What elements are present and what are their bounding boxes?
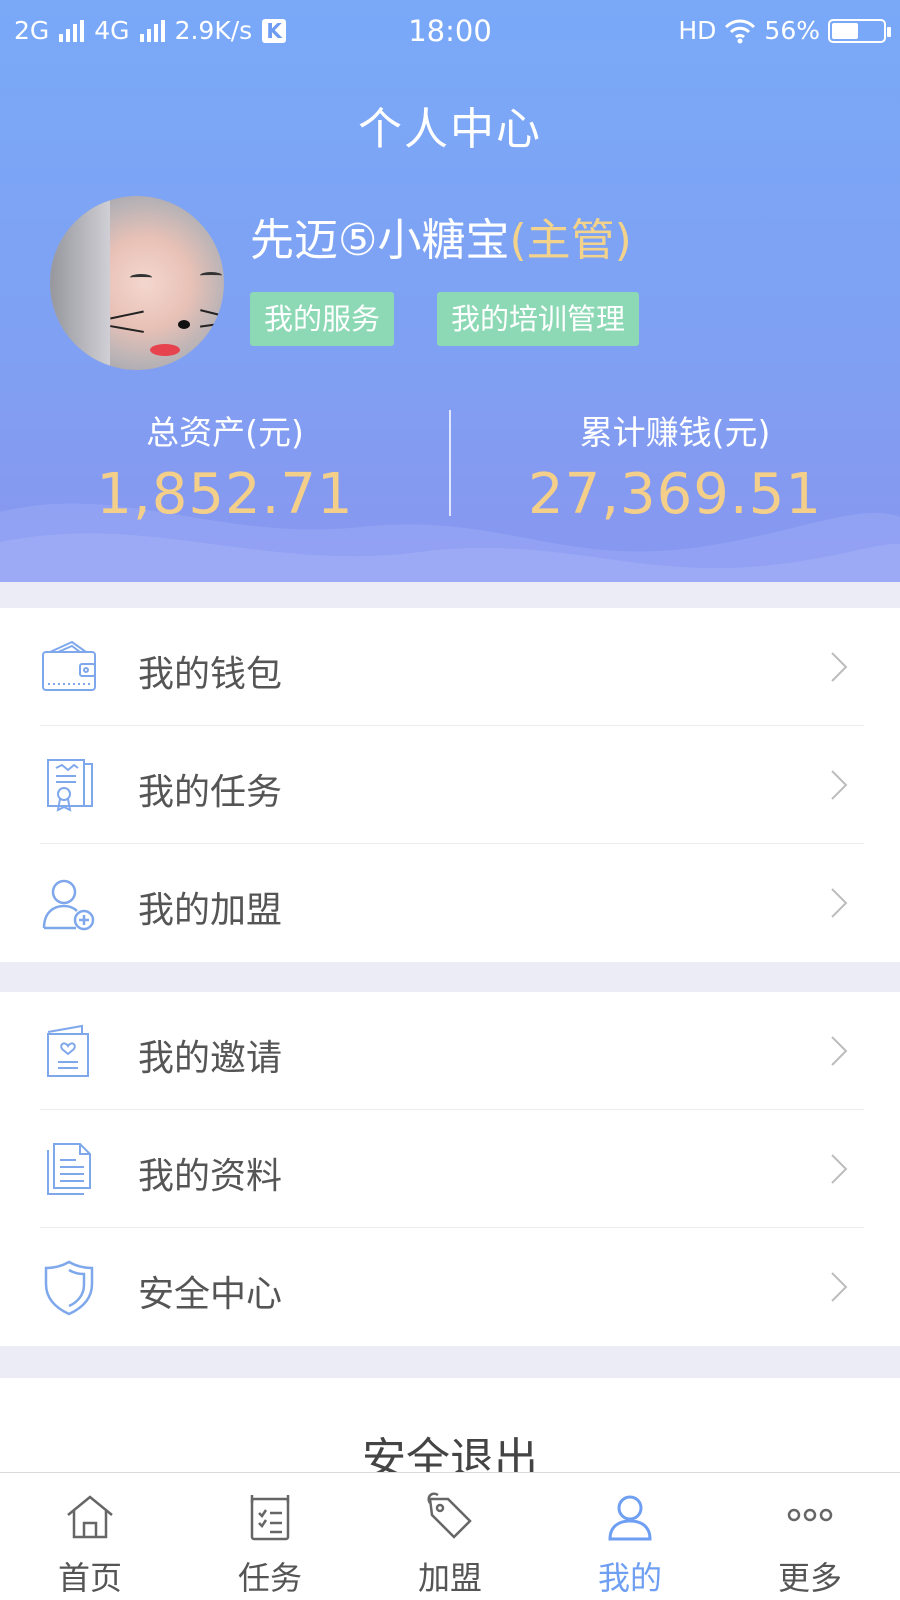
chevron-right-icon <box>831 888 848 918</box>
menu-item-label: 安全中心 <box>138 1274 283 1315</box>
menu-item-label: 我的钱包 <box>138 654 283 695</box>
menu-item-franchise[interactable]: 我的加盟 <box>0 844 900 962</box>
chevron-right-icon <box>831 1036 848 1066</box>
nav-label: 更多 <box>777 1559 842 1597</box>
home-icon <box>67 1495 113 1539</box>
total-assets-value[interactable]: 1,852.71 <box>0 462 450 527</box>
status-bar: 2G 4G 2.9K/s K 18:00 HD 56% <box>0 0 900 62</box>
chevron-right-icon <box>831 1272 848 1302</box>
document-icon <box>47 1143 91 1195</box>
menu-item-label: 我的任务 <box>138 772 283 813</box>
nav-label: 首页 <box>57 1559 122 1597</box>
avatar[interactable] <box>50 196 224 370</box>
menu-item-wallet[interactable]: 我的钱包 <box>0 608 900 726</box>
menu-item-tasks[interactable]: 我的任务 <box>0 726 900 844</box>
tag-my-training-management[interactable]: 我的培训管理 <box>437 292 640 346</box>
total-earnings-value[interactable]: 27,369.51 <box>450 462 900 527</box>
nav-label: 任务 <box>237 1559 302 1597</box>
wifi-icon <box>725 19 756 43</box>
tag-icon <box>427 1492 472 1539</box>
battery-icon <box>828 18 891 43</box>
wallet-icon <box>42 640 96 691</box>
add-user-icon <box>42 879 95 931</box>
user-icon <box>608 1495 652 1541</box>
user-role: (主管) <box>509 215 632 266</box>
nav-item-tasks[interactable]: 任务 <box>180 1473 360 1600</box>
menu-group-1: 我的钱包 我的任务 我的加盟 <box>0 608 900 962</box>
nav-label: 加盟 <box>417 1559 482 1597</box>
menu-group-2: 我的邀请 我的资料 安全中心 <box>0 992 900 1346</box>
user-name-text: 先迈⑤小糖宝 <box>250 215 510 266</box>
menu-item-label: 我的资料 <box>138 1156 283 1197</box>
chevron-right-icon <box>831 770 848 800</box>
chevron-right-icon <box>831 1154 848 1184</box>
invitation-card-icon <box>47 1024 89 1077</box>
tag-my-services[interactable]: 我的服务 <box>250 292 395 346</box>
menu-item-invitations[interactable]: 我的邀请 <box>0 992 900 1110</box>
hd-label: HD <box>678 16 717 45</box>
nav-item-mine[interactable]: 我的 <box>540 1473 720 1600</box>
total-assets-label: 总资产(元) <box>146 413 304 452</box>
menu-item-label: 我的邀请 <box>138 1038 283 1079</box>
bottom-nav: 首页 任务 加盟 我的 更多 <box>0 1472 900 1600</box>
page-title: 个人中心 <box>358 104 542 155</box>
task-list-icon <box>250 1495 290 1541</box>
nav-item-franchise[interactable]: 加盟 <box>360 1473 540 1600</box>
user-name: 先迈⑤小糖宝(主管) <box>250 204 632 268</box>
more-dots-icon <box>787 1508 833 1522</box>
certificate-icon <box>47 759 93 812</box>
profile-header: 2G 4G 2.9K/s K 18:00 HD 56% 个人中心 先迈⑤小糖宝(… <box>0 0 900 582</box>
shield-icon <box>44 1260 94 1316</box>
total-earnings-label: 累计赚钱(元) <box>579 413 771 452</box>
menu-item-label: 我的加盟 <box>138 890 283 931</box>
nav-item-more[interactable]: 更多 <box>720 1473 900 1600</box>
nav-label: 我的 <box>597 1559 662 1597</box>
chevron-right-icon <box>831 652 848 682</box>
nav-item-home[interactable]: 首页 <box>0 1473 180 1600</box>
menu-item-security-center[interactable]: 安全中心 <box>0 1228 900 1346</box>
battery-percent: 56% <box>764 16 820 45</box>
menu-item-profile-info[interactable]: 我的资料 <box>0 1110 900 1228</box>
